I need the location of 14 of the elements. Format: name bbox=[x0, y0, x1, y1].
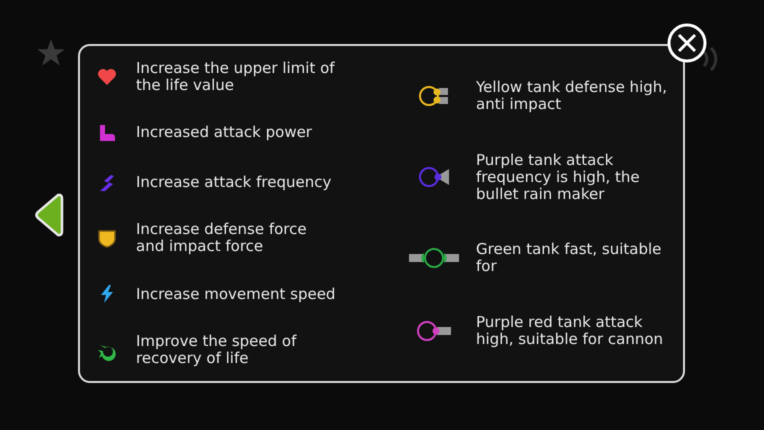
tank-text: Yellow tank defense high, anti impact bbox=[476, 79, 668, 114]
close-button[interactable] bbox=[666, 22, 708, 64]
back-button[interactable] bbox=[34, 192, 64, 238]
star-icon bbox=[36, 38, 66, 68]
tank-text: Purple tank attack frequency is high, the bullet rain maker bbox=[476, 152, 641, 203]
heart-icon bbox=[96, 66, 118, 88]
tank-text: Green tank fast, suitable for bbox=[476, 241, 662, 276]
ability-text: Improve the speed of recovery of life bbox=[136, 332, 298, 367]
ability-text: Increase movement speed bbox=[136, 286, 336, 303]
ability-text: Increase the upper limit of the life value bbox=[136, 60, 336, 94]
ability-text: Increased attack power bbox=[136, 124, 313, 142]
ability-text: Increase attack frequency bbox=[136, 174, 332, 192]
ability-text: Increase defense force and impact force bbox=[136, 221, 308, 256]
tank-text: Purple red tank attack high, suitable for cannon bbox=[476, 314, 664, 348]
